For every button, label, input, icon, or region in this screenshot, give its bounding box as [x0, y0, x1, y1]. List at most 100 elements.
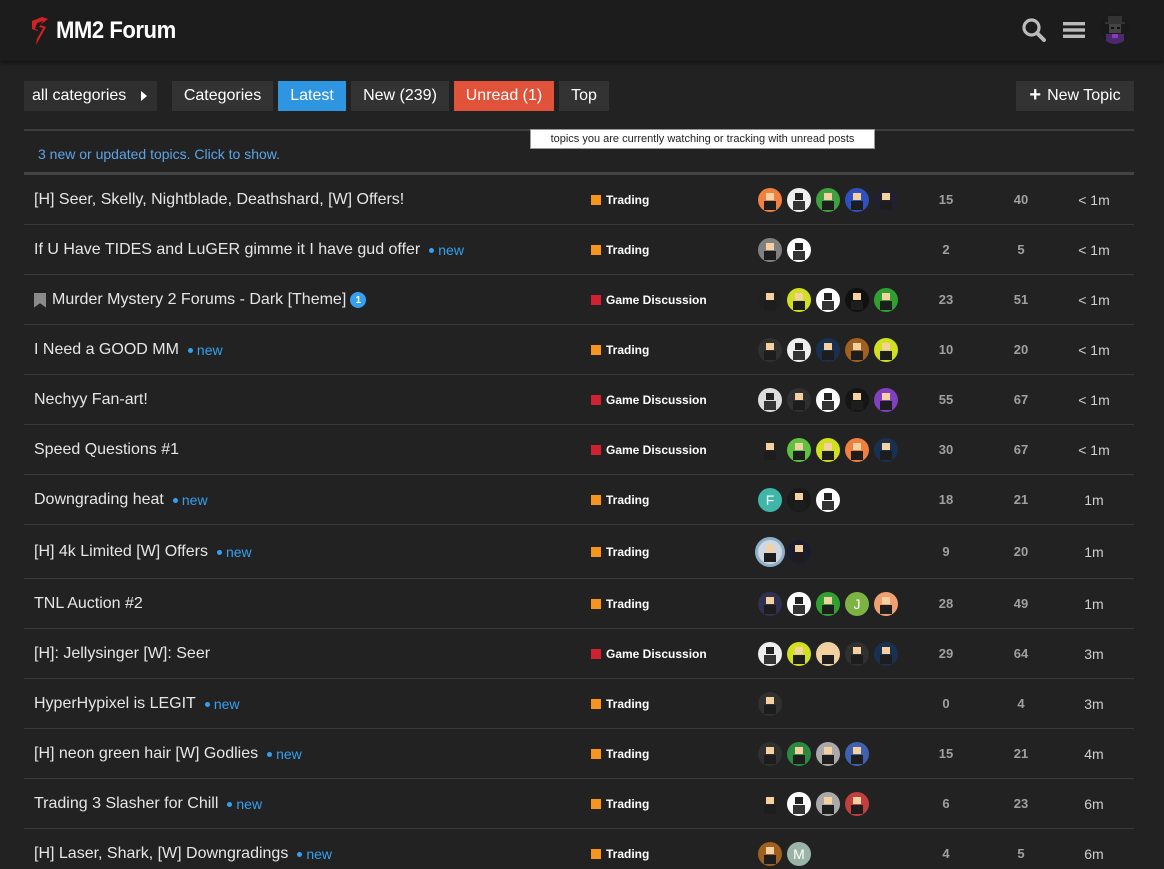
topic-title-text[interactable]: TNL Auction #2: [34, 595, 143, 613]
new-topic-button[interactable]: + New Topic: [1016, 81, 1134, 111]
topic-category[interactable]: Game Discussion: [591, 393, 707, 407]
unread-count-badge[interactable]: 1: [350, 292, 367, 308]
topic-category[interactable]: Game Discussion: [591, 443, 707, 457]
topic-activity[interactable]: 4m: [1064, 746, 1124, 762]
topic-row[interactable]: TNL Auction #2 Trading J 28 49 1m: [24, 579, 1134, 629]
poster-avatar[interactable]: [845, 388, 869, 412]
new-badge[interactable]: new: [429, 242, 464, 258]
poster-avatar[interactable]: [874, 592, 898, 616]
topic-row[interactable]: Murder Mystery 2 Forums - Dark [Theme] 1 G…: [24, 275, 1134, 325]
new-badge[interactable]: new: [267, 746, 302, 762]
topic-activity[interactable]: < 1m: [1064, 192, 1124, 208]
topic-category[interactable]: Trading: [591, 747, 649, 761]
poster-avatar[interactable]: [758, 692, 782, 716]
poster-avatar[interactable]: [874, 188, 898, 212]
poster-avatar[interactable]: [787, 338, 811, 362]
topic-row[interactable]: [H] neon green hair [W] Godlies new Tradin…: [24, 729, 1134, 779]
topic-category[interactable]: Trading: [591, 545, 649, 559]
poster-avatar[interactable]: [816, 792, 840, 816]
poster-avatar[interactable]: [758, 792, 782, 816]
tab-new[interactable]: New (239): [351, 81, 449, 111]
topic-title-text[interactable]: [H] Seer, Skelly, Nightblade, Deathshard…: [34, 191, 404, 209]
topic-title[interactable]: [H] 4k Limited [W] Offers new: [34, 542, 252, 562]
poster-avatar[interactable]: [758, 592, 782, 616]
topic-row[interactable]: If U Have TIDES and LuGER gimme it I hav…: [24, 225, 1134, 275]
topic-activity[interactable]: 1m: [1064, 596, 1124, 612]
topic-row[interactable]: [H] Seer, Skelly, Nightblade, Deathshard…: [24, 175, 1134, 225]
topic-activity[interactable]: 1m: [1064, 492, 1124, 508]
poster-avatar[interactable]: M: [787, 842, 811, 866]
topic-title[interactable]: Nechyy Fan-art!: [34, 390, 148, 410]
site-logo[interactable]: MM2 Forum: [28, 14, 186, 48]
show-new-topics-link[interactable]: 3 new or updated topics. Click to show.: [38, 146, 280, 162]
poster-avatar[interactable]: [845, 742, 869, 766]
topic-row[interactable]: Speed Questions #1 Game Discussion 30 67 < 1…: [24, 425, 1134, 475]
topic-title-text[interactable]: [H]: Jellysinger [W]: Seer: [34, 645, 210, 663]
tab-latest[interactable]: Latest: [278, 81, 346, 111]
poster-avatar[interactable]: [758, 642, 782, 666]
topic-category[interactable]: Trading: [591, 343, 649, 357]
search-icon[interactable]: [1021, 17, 1047, 43]
topic-activity[interactable]: 6m: [1064, 796, 1124, 812]
poster-avatar[interactable]: [787, 540, 811, 564]
topic-title[interactable]: [H]: Jellysinger [W]: Seer: [34, 644, 210, 664]
poster-avatar[interactable]: [816, 488, 840, 512]
poster-avatar[interactable]: [787, 238, 811, 262]
poster-avatar[interactable]: F: [758, 488, 782, 512]
topic-activity[interactable]: < 1m: [1064, 442, 1124, 458]
poster-avatar[interactable]: [758, 188, 782, 212]
topic-category[interactable]: Trading: [591, 697, 649, 711]
poster-avatar[interactable]: [845, 792, 869, 816]
poster-avatar[interactable]: [758, 742, 782, 766]
poster-avatar[interactable]: [816, 592, 840, 616]
topic-title-text[interactable]: Nechyy Fan-art!: [34, 391, 148, 409]
topic-category[interactable]: Game Discussion: [591, 293, 707, 307]
hamburger-menu-icon[interactable]: [1061, 17, 1087, 43]
poster-avatar[interactable]: [816, 338, 840, 362]
topic-title-text[interactable]: Speed Questions #1: [34, 441, 179, 459]
topic-row[interactable]: Trading 3 Slasher for Chill new Trading 6 23…: [24, 779, 1134, 829]
topic-title[interactable]: Murder Mystery 2 Forums - Dark [Theme] 1: [34, 290, 367, 310]
tab-top[interactable]: Top: [559, 81, 609, 111]
topic-row[interactable]: HyperHypixel is LEGIT new Trading 0 4 3m: [24, 679, 1134, 729]
poster-avatar[interactable]: [845, 288, 869, 312]
topic-category[interactable]: Trading: [591, 597, 649, 611]
category-dropdown[interactable]: all categories: [24, 81, 157, 111]
topic-title-text[interactable]: If U Have TIDES and LuGER gimme it I hav…: [34, 241, 420, 259]
topic-category[interactable]: Game Discussion: [591, 647, 707, 661]
poster-avatar[interactable]: [816, 288, 840, 312]
poster-avatar[interactable]: [758, 238, 782, 262]
poster-avatar[interactable]: [787, 792, 811, 816]
topic-title[interactable]: [H] Seer, Skelly, Nightblade, Deathshard…: [34, 190, 404, 210]
topic-title[interactable]: If U Have TIDES and LuGER gimme it I hav…: [34, 240, 464, 260]
topic-activity[interactable]: < 1m: [1064, 392, 1124, 408]
poster-avatar[interactable]: [787, 592, 811, 616]
new-badge[interactable]: new: [227, 796, 262, 812]
topic-title-text[interactable]: [H] 4k Limited [W] Offers: [34, 543, 208, 561]
poster-avatar[interactable]: [816, 642, 840, 666]
poster-avatar[interactable]: [787, 488, 811, 512]
poster-avatar[interactable]: [874, 338, 898, 362]
poster-avatar[interactable]: [787, 742, 811, 766]
topic-row[interactable]: Downgrading heat new Trading F 18 21 1m: [24, 475, 1134, 525]
topic-title[interactable]: TNL Auction #2: [34, 594, 143, 614]
topic-category[interactable]: Trading: [591, 493, 649, 507]
new-badge[interactable]: new: [172, 492, 208, 508]
topic-category[interactable]: Trading: [591, 797, 649, 811]
poster-avatar[interactable]: [816, 742, 840, 766]
topic-category[interactable]: Trading: [591, 847, 649, 861]
poster-avatar[interactable]: [758, 540, 782, 564]
topic-title[interactable]: HyperHypixel is LEGIT new: [34, 694, 240, 714]
topic-activity[interactable]: 3m: [1064, 646, 1124, 662]
poster-avatar[interactable]: [816, 188, 840, 212]
poster-avatar[interactable]: [874, 438, 898, 462]
poster-avatar[interactable]: [816, 438, 840, 462]
topic-activity[interactable]: 3m: [1064, 696, 1124, 712]
topic-row[interactable]: [H]: Jellysinger [W]: Seer Game Discussio…: [24, 629, 1134, 679]
poster-avatar[interactable]: [758, 438, 782, 462]
topic-activity[interactable]: 1m: [1064, 544, 1124, 560]
topic-category[interactable]: Trading: [591, 193, 649, 207]
poster-avatar[interactable]: [787, 642, 811, 666]
topic-title[interactable]: [H] Laser, Shark, [W] Downgradings new: [34, 844, 332, 864]
topic-activity[interactable]: < 1m: [1064, 242, 1124, 258]
